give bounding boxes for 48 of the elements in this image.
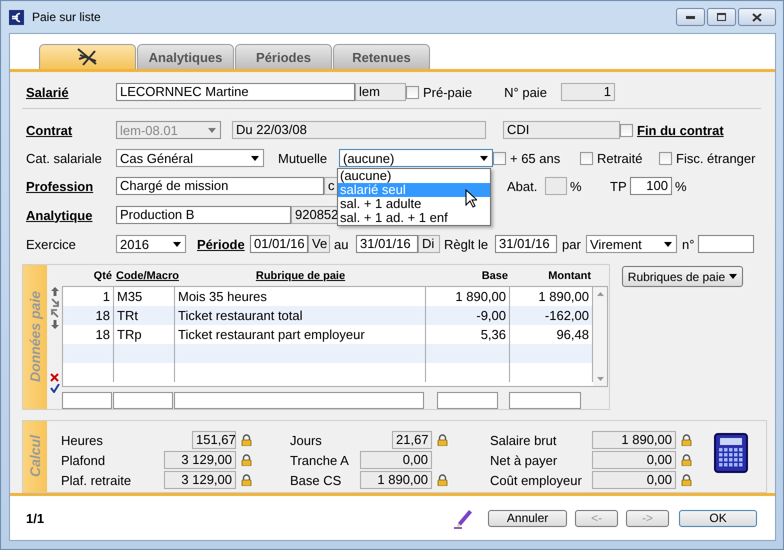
amount-field: 1 890,00 <box>360 471 432 489</box>
window-title: Paie sur liste <box>32 10 101 24</box>
field-label: Jours <box>290 432 322 448</box>
weekday-field: Ve <box>308 235 330 253</box>
field-label: Plafond <box>61 452 106 468</box>
field-label: Coût employeur <box>490 472 582 488</box>
column-header: Base <box>480 270 509 282</box>
amount-field: 21,67 <box>392 431 432 449</box>
field-label: Exercice <box>26 236 77 252</box>
field-label: TP <box>610 178 628 194</box>
field-label: au <box>334 236 350 252</box>
checkbox-label: Pré-paie <box>423 84 472 100</box>
amount-field: 0,00 <box>360 451 432 469</box>
employee-code-field: lem <box>355 83 406 101</box>
amount-field: 151,67 <box>192 431 236 449</box>
pay-number-field: 1 <box>560 83 615 101</box>
field-label: Plaf. retraite <box>61 472 132 488</box>
weekday-field: Di <box>418 235 440 253</box>
field-label: N° paie <box>504 84 547 100</box>
field-label: par <box>562 236 582 252</box>
contract-dates-field: Du 22/03/08 <box>232 121 486 139</box>
field-label: Règlt le <box>444 236 490 252</box>
unit-label: % <box>675 178 687 194</box>
field-label: Net à payer <box>490 452 558 468</box>
column-header: Qté <box>92 270 113 282</box>
contract-type-field: CDI <box>503 121 620 139</box>
field-label: Mutuelle <box>278 150 328 166</box>
record-counter: 1/1 <box>26 510 44 526</box>
field-label: Abat. <box>507 178 538 194</box>
amount-field: 3 129,00 <box>164 471 236 489</box>
checkbox-label: Fin du contrat <box>637 122 724 138</box>
field-label: Cat. salariale <box>26 150 103 166</box>
amount-field: 0,00 <box>592 471 676 489</box>
field-label: Salaire brut <box>490 432 556 448</box>
field-label: Tranche A <box>290 452 349 468</box>
unit-label: % <box>570 178 583 194</box>
panel-title: Calcul <box>27 435 43 478</box>
checkbox-label: + 65 ans <box>510 150 562 166</box>
checkbox-label: Retraité <box>597 150 644 166</box>
panel-title: Données paie <box>27 291 43 383</box>
amount-field: 0,00 <box>592 451 676 469</box>
field-label: n° <box>682 236 696 252</box>
field-label: Base CS <box>290 472 342 488</box>
amount-field: 3 129,00 <box>164 451 236 469</box>
field-label: Heures <box>61 432 103 448</box>
amount-field: 1 890,00 <box>592 431 676 449</box>
column-header: Montant <box>547 270 592 282</box>
checkbox-label: Fisc. étranger <box>676 150 756 166</box>
